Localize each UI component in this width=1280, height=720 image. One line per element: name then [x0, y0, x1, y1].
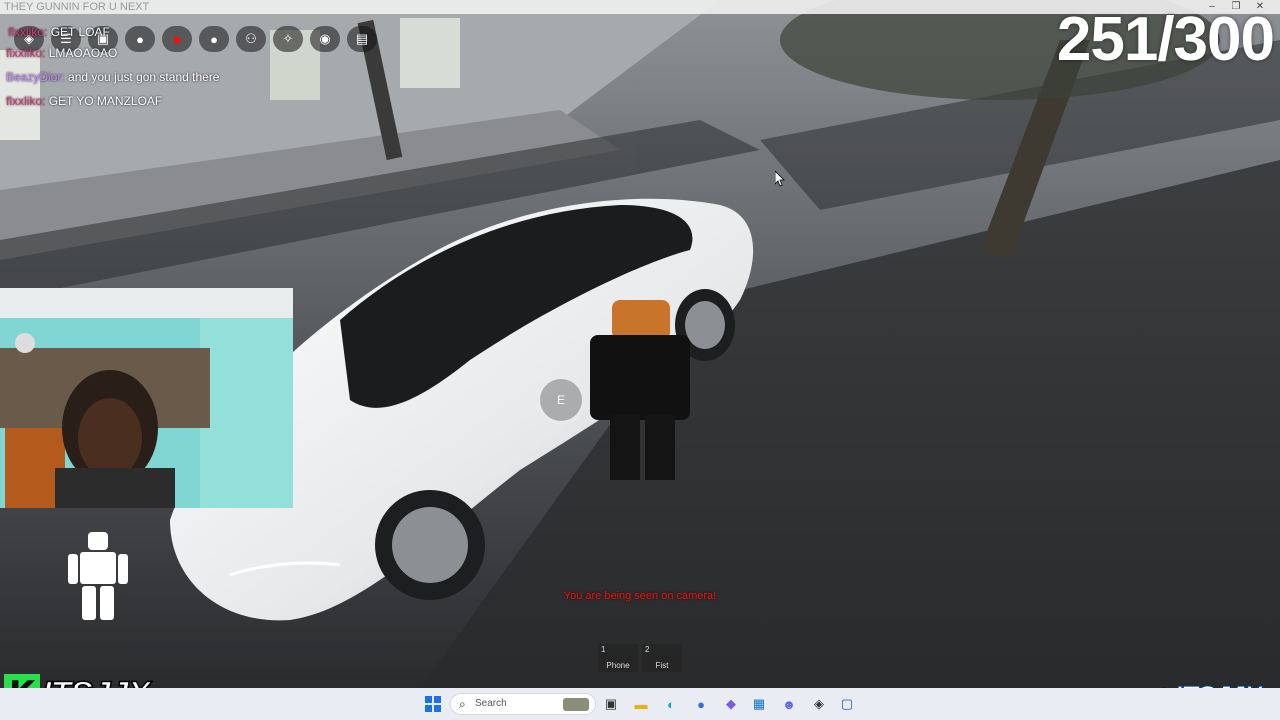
game-icon[interactable]: ◆ [721, 694, 741, 714]
inventory-icon[interactable]: ▤ [347, 26, 377, 52]
file-explorer-icon[interactable]: ▬ [631, 694, 651, 714]
windows-taskbar: ⌕ Search ▣ ▬ ◐ ● ◆ ▦ ☻ ◈ ▢ [0, 688, 1280, 720]
search-highlight-image [563, 698, 589, 711]
hotbar-slot-phone[interactable]: 1 Phone [598, 644, 638, 672]
chat-text: GET YO MANZLOAF [48, 94, 163, 108]
window-title: THEY GUNNIN FOR U NEXT [4, 1, 150, 13]
store-icon[interactable]: ▦ [749, 694, 769, 714]
chat-log: flxxliko: GET LOAF flxxliko: GET LOAF fl… [6, 20, 306, 113]
goal-counter: 251/300 [1056, 5, 1275, 74]
discord-icon[interactable]: ☻ [779, 694, 799, 714]
chat-text: LMAOAOAO [48, 46, 118, 60]
camera-icon[interactable]: ◉ [310, 26, 340, 52]
slot-label: Fist [655, 661, 669, 670]
hotbar-slot-fist[interactable]: 2 Fist [642, 644, 682, 672]
taskbar-search[interactable]: ⌕ Search [450, 693, 596, 715]
chat-username: flxxliko: [6, 46, 46, 60]
hotbar: 1 Phone 2 Fist [598, 644, 682, 672]
edge-icon[interactable]: ◐ [661, 694, 681, 714]
task-view-icon[interactable]: ▣ [601, 694, 621, 714]
webcam-image [0, 288, 293, 508]
avatar-icon[interactable] [66, 530, 130, 622]
webcam-overlay [0, 288, 293, 508]
slot-number: 2 [645, 645, 650, 654]
interact-prompt[interactable]: E [537, 376, 585, 424]
chat-message: flxxliko: LMAOAOAO [6, 41, 306, 65]
slot-number: 1 [601, 645, 606, 654]
mouse-cursor-icon [775, 171, 785, 187]
chat-username: BeazyDior: [6, 70, 65, 84]
chat-message: BeazyDior: and you just gon stand there [6, 65, 306, 89]
interact-key: E [556, 393, 565, 407]
chat-username: flxxliko: [8, 25, 48, 39]
windows-start-icon[interactable] [423, 694, 443, 714]
camera-warning: You are being seen on camera! [563, 590, 717, 602]
slot-label: Phone [606, 661, 630, 670]
chat-username: flxxliko: [6, 94, 46, 108]
app2-icon[interactable]: ▢ [837, 694, 857, 714]
search-placeholder: Search [475, 698, 507, 709]
roblox-icon[interactable]: ◈ [809, 694, 829, 714]
chat-text: GET LOAF [50, 25, 110, 39]
search-icon: ⌕ [459, 697, 466, 711]
chat-message: flxxliko: GET YO MANZLOAF [6, 89, 306, 113]
chat-text: and you just gon stand there [68, 70, 220, 84]
app-icon[interactable]: ● [691, 694, 711, 714]
